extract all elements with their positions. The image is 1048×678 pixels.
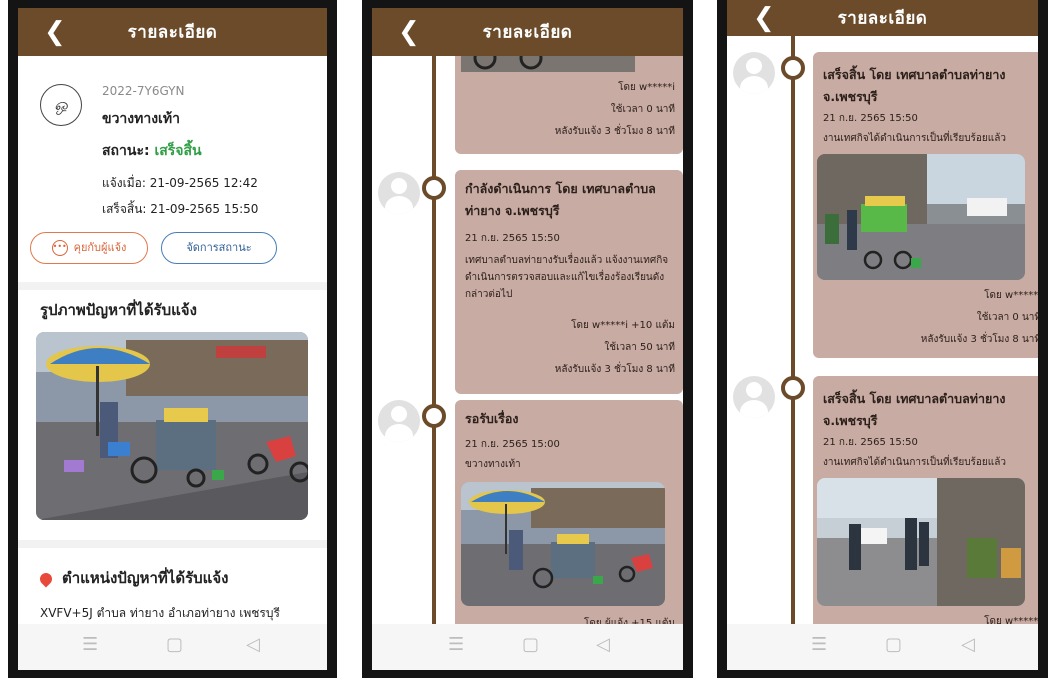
timeline-dot [781, 56, 805, 80]
back-icon[interactable]: ◁ [246, 636, 260, 654]
report-category: ขวางทางเท้า [102, 111, 180, 127]
card-date: 21 ก.ย. 2565 15:50 [823, 437, 918, 448]
back-icon[interactable]: ◁ [596, 636, 610, 654]
avatar [733, 376, 775, 418]
timeline-card: โดย w*****i ใช้เวลา 0 นาที หลังรับแจ้ง 3… [455, 56, 683, 154]
timeline: เสร็จสิ้น โดย เทศบาลตำบลท่ายาง จ.เพชรบุร… [727, 36, 1038, 624]
card-title: กำลังดำเนินการ โดย เทศบาลตำบลท่ายาง จ.เพ… [465, 181, 656, 218]
card-author: โดย w*****i +10 แต้ม [571, 320, 675, 331]
chat-with-reporter-button[interactable]: ••• คุยกับผู้แจ้ง [30, 232, 148, 264]
card-time-used: ใช้เวลา 0 นาที [610, 104, 675, 115]
detail-content: ஒ 2022-7Y6GYN ขวางทางเท้า สถานะ: เสร็จสิ… [18, 56, 327, 624]
card-author: โดย w*****i [984, 290, 1038, 301]
card-date: 21 ก.ย. 2565 15:50 [465, 233, 560, 244]
manage-button-label: จัดการสถานะ [186, 241, 252, 254]
location-section-title: ตำแหน่งปัญหาที่ได้รับแจ้ง [37, 566, 229, 590]
status-value: เสร็จสิ้น [154, 143, 202, 159]
page-title: รายละเอียด [837, 8, 928, 29]
manage-status-button[interactable]: จัดการสถานะ [161, 232, 277, 264]
timeline-line [791, 36, 795, 624]
status-label: สถานะ: [102, 143, 155, 159]
screen: โดย w*****i ใช้เวลา 0 นาที หลังรับแจ้ง 3… [372, 8, 683, 670]
timeline-line [432, 56, 436, 624]
avatar [733, 52, 775, 94]
map-pin-icon [37, 570, 55, 587]
app-header: ❮ รายละเอียด [372, 8, 683, 56]
home-icon[interactable]: ▢ [522, 636, 539, 654]
card-photo[interactable] [817, 478, 1025, 606]
timeline-card-done: เสร็จสิ้น โดย เทศบาลตำบลท่ายาง จ.เพชรบุร… [813, 52, 1038, 358]
card-description: งานเทศกิจได้ดำเนินการเป็นที่เรียบร้อยแล้… [823, 457, 1006, 468]
card-elapsed: หลังรับแจ้ง 3 ชั่วโมง 8 นาที [554, 126, 675, 137]
divider [18, 540, 327, 548]
timeline-card-waiting: รอรับเรื่อง 21 ก.ย. 2565 15:00 ขวางทางเท… [455, 400, 683, 624]
card-elapsed: หลังรับแจ้ง 3 ชั่วโมง 8 นาที [920, 334, 1038, 345]
card-description: ขวางทางเท้า [465, 459, 521, 470]
system-nav-bar: ☰ ▢ ◁ [727, 624, 1038, 670]
timeline-dot [422, 404, 446, 428]
phone-screen-detail: ❮ รายละเอียด ஒ 2022-7Y6GYN ขวางทางเท้า ส… [8, 0, 337, 678]
avatar [378, 172, 420, 214]
card-photo[interactable] [461, 482, 665, 606]
reported-photo[interactable] [36, 332, 308, 520]
phone-screen-timeline-completed: เสร็จสิ้น โดย เทศบาลตำบลท่ายาง จ.เพชรบุร… [717, 0, 1048, 678]
page-title: รายละเอียด [482, 22, 573, 43]
report-status: สถานะ: เสร็จสิ้น [102, 140, 202, 162]
card-date: 21 ก.ย. 2565 15:50 [823, 113, 918, 124]
phone-screen-timeline: โดย w*****i ใช้เวลา 0 นาที หลังรับแจ้ง 3… [362, 0, 693, 678]
card-title: รอรับเรื่อง [465, 411, 519, 426]
card-description: เทศบาลตำบลท่ายางรับเรื่องแล้ว แจ้งงานเทศ… [465, 255, 669, 300]
menu-icon[interactable]: ☰ [448, 636, 464, 654]
home-icon[interactable]: ▢ [166, 636, 183, 654]
card-photo[interactable] [817, 154, 1025, 280]
card-time-used: ใช้เวลา 0 นาที [976, 312, 1038, 323]
page-title: รายละเอียด [127, 22, 218, 43]
back-icon[interactable]: ◁ [961, 636, 975, 654]
screen: เสร็จสิ้น โดย เทศบาลตำบลท่ายาง จ.เพชรบุร… [727, 0, 1038, 670]
card-description: งานเทศกิจได้ดำเนินการเป็นที่เรียบร้อยแล้… [823, 133, 1006, 144]
timeline-dot [422, 176, 446, 200]
chat-bubble-icon: ••• [51, 240, 68, 256]
timeline-dot [781, 376, 805, 400]
photo-section-title: รูปภาพปัญหาที่ได้รับแจ้ง [40, 301, 197, 319]
timeline-card-done: เสร็จสิ้น โดย เทศบาลตำบลท่ายาง จ.เพชรบุร… [813, 376, 1038, 624]
reported-at: แจ้งเมื่อ: 21-09-2565 12:42 [102, 176, 258, 190]
home-icon[interactable]: ▢ [885, 636, 902, 654]
location-title-text: ตำแหน่งปัญหาที่ได้รับแจ้ง [62, 569, 229, 587]
card-author: โดย w*****i [984, 616, 1038, 624]
card-author: โดย w*****i [618, 82, 675, 93]
report-address: XVFV+5J ตำบล ท่ายาง อำเภอท่ายาง เพชรบุรี… [40, 606, 280, 620]
system-nav-bar: ☰ ▢ ◁ [372, 624, 683, 670]
timeline: โดย w*****i ใช้เวลา 0 นาที หลังรับแจ้ง 3… [372, 56, 683, 624]
system-nav-bar: ☰ ▢ ◁ [18, 624, 327, 670]
menu-icon[interactable]: ☰ [82, 636, 98, 654]
card-author: โดย ผู้แจ้ง +15 แต้ม [584, 618, 675, 624]
card-elapsed: หลังรับแจ้ง 3 ชั่วโมง 8 นาที [554, 364, 675, 375]
chat-button-label: คุยกับผู้แจ้ง [73, 241, 127, 254]
card-title: เสร็จสิ้น โดย เทศบาลตำบลท่ายาง จ.เพชรบุร… [823, 391, 1006, 428]
timeline-card-in-progress: กำลังดำเนินการ โดย เทศบาลตำบลท่ายาง จ.เพ… [455, 170, 683, 394]
card-title: เสร็จสิ้น โดย เทศบาลตำบลท่ายาง จ.เพชรบุร… [823, 67, 1006, 104]
app-header: ❮ รายละเอียด [18, 8, 327, 56]
screen: ❮ รายละเอียด ஒ 2022-7Y6GYN ขวางทางเท้า ส… [18, 8, 327, 670]
card-date: 21 ก.ย. 2565 15:00 [465, 439, 560, 450]
report-code: 2022-7Y6GYN [102, 84, 185, 98]
divider [18, 282, 327, 290]
app-header: ❮ รายละเอียด [727, 0, 1038, 36]
card-time-used: ใช้เวลา 50 นาที [604, 342, 675, 353]
agency-logo: ஒ [40, 84, 82, 126]
finished-at: เสร็จสิ้น: 21-09-2565 15:50 [102, 202, 259, 216]
menu-icon[interactable]: ☰ [811, 636, 827, 654]
avatar [378, 400, 420, 442]
